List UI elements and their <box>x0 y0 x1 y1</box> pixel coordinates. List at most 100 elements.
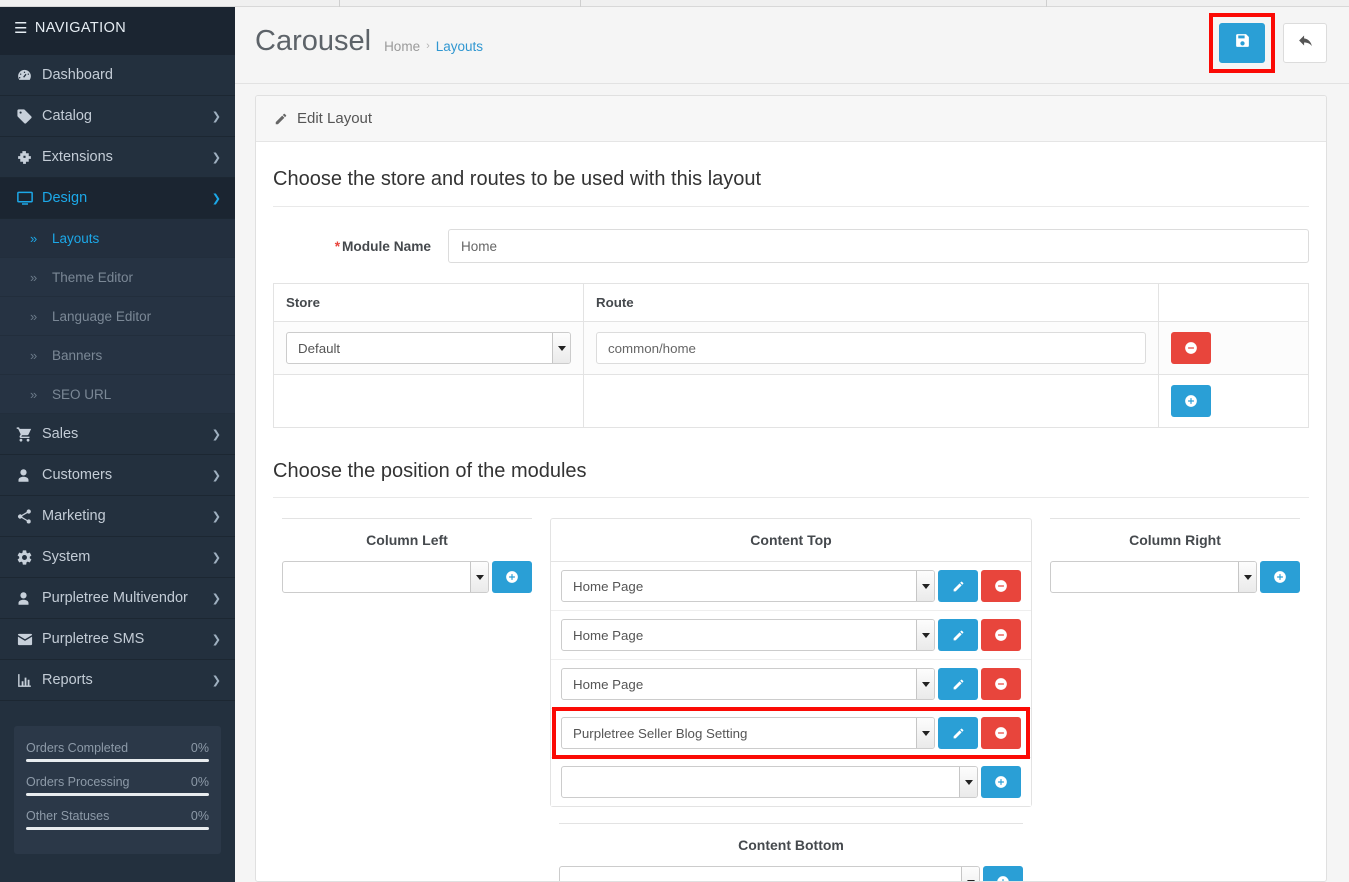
sidebar-item-customers[interactable]: Customers ❯ <box>0 455 235 496</box>
nav-header-label: NAVIGATION <box>34 19 127 36</box>
column-header-route: Route <box>583 283 1159 322</box>
sidebar-item-design[interactable]: Design ❯ <box>0 178 235 219</box>
cell-add-action <box>1158 374 1309 428</box>
double-chevron-icon: » <box>30 386 38 402</box>
breadcrumb-separator-icon: › <box>426 40 430 52</box>
content-top-select[interactable]: Home Page <box>561 619 935 651</box>
nav-header[interactable]: ☰ NAVIGATION <box>0 0 235 55</box>
save-icon <box>1234 32 1251 54</box>
sidebar-item-dashboard[interactable]: Dashboard <box>0 55 235 96</box>
content-top-value: Purpletree Seller Blog Setting <box>573 725 748 741</box>
table-row: Default common/home <box>273 321 1309 375</box>
pencil-icon <box>274 112 288 126</box>
add-content-bottom-module-button[interactable] <box>983 866 1023 881</box>
positions-section-title: Choose the position of the modules <box>273 456 1309 498</box>
remove-module-button[interactable] <box>981 619 1021 651</box>
chevron-right-icon: ❯ <box>211 673 221 687</box>
header-actions <box>1209 11 1327 73</box>
module-name-input[interactable]: Home <box>448 229 1309 263</box>
content-top-select[interactable]: Home Page <box>561 668 935 700</box>
sidebar-item-label: System <box>42 549 91 565</box>
sidebar-item-purpletree-sms[interactable]: Purpletree SMS ❯ <box>0 619 235 660</box>
sidebar-subitem-banners[interactable]: » Banners <box>0 336 235 375</box>
cell-actions <box>1158 321 1309 375</box>
sidebar-item-label: Dashboard <box>42 67 113 83</box>
store-select[interactable]: Default <box>286 332 571 364</box>
sidebar-subitem-label: Banners <box>52 347 103 363</box>
content-bottom-select[interactable] <box>559 866 980 881</box>
chevron-right-icon: ❯ <box>211 550 221 564</box>
content-top-row: Home Page <box>551 611 1031 660</box>
chevron-right-icon: ❯ <box>211 468 221 482</box>
chevron-right-icon: ❯ <box>211 632 221 646</box>
stat-progress-bar <box>26 827 209 830</box>
column-right-section: Column Right <box>1041 518 1309 593</box>
sidebar-item-sales[interactable]: Sales ❯ <box>0 414 235 455</box>
chevron-right-icon: ❯ <box>211 509 221 523</box>
tag-icon <box>16 108 42 125</box>
sidebar: ☰ NAVIGATION Dashboard Catalog ❯ Extensi… <box>0 0 235 882</box>
content-top-row-add <box>551 758 1031 806</box>
edit-module-button[interactable] <box>938 619 978 651</box>
remove-module-button[interactable] <box>981 717 1021 749</box>
save-button[interactable] <box>1219 22 1265 63</box>
sidebar-subitem-seo-url[interactable]: » SEO URL <box>0 375 235 414</box>
panel-header-title: Edit Layout <box>297 110 373 127</box>
stat-value: 0% <box>190 741 209 755</box>
sidebar-item-label: Purpletree Multivendor <box>42 590 188 606</box>
stat-progress-bar <box>26 759 209 762</box>
stat-orders-processing: Orders Processing 0% <box>26 772 209 796</box>
module-name-label-text: Module Name <box>342 238 431 254</box>
remove-module-button[interactable] <box>981 570 1021 602</box>
share-icon <box>16 508 42 525</box>
add-route-button[interactable] <box>1171 385 1211 417</box>
sidebar-item-marketing[interactable]: Marketing ❯ <box>0 496 235 537</box>
bar-chart-icon <box>16 672 42 689</box>
remove-route-button[interactable] <box>1171 332 1211 364</box>
edit-module-button[interactable] <box>938 570 978 602</box>
sidebar-item-purpletree-multivendor[interactable]: Purpletree Multivendor ❯ <box>0 578 235 619</box>
module-name-row: * Module Name Home <box>273 229 1309 263</box>
breadcrumb-home[interactable]: Home <box>384 39 420 54</box>
stat-value: 0% <box>190 775 209 789</box>
module-name-value: Home <box>461 238 498 254</box>
add-column-left-module-button[interactable] <box>492 561 532 593</box>
breadcrumb-layouts[interactable]: Layouts <box>436 39 483 54</box>
add-column-right-module-button[interactable] <box>1260 561 1300 593</box>
positions-grid: Column Left Content Top Home Page Home P… <box>273 518 1309 881</box>
column-header-actions <box>1158 283 1309 322</box>
order-stats-widget: Orders Completed 0% Orders Processing 0%… <box>14 726 221 854</box>
sidebar-subitem-layouts[interactable]: » Layouts <box>0 219 235 258</box>
remove-module-button[interactable] <box>981 668 1021 700</box>
stat-value: 0% <box>190 809 209 823</box>
sidebar-item-label: Extensions <box>42 149 113 165</box>
content-top-value: Home Page <box>573 578 644 594</box>
sidebar-item-reports[interactable]: Reports ❯ <box>0 660 235 701</box>
sidebar-item-system[interactable]: System ❯ <box>0 537 235 578</box>
content-top-add-select[interactable] <box>561 766 978 798</box>
route-input[interactable]: common/home <box>596 332 1146 364</box>
edit-module-button[interactable] <box>938 668 978 700</box>
edit-module-button[interactable] <box>938 717 978 749</box>
content-top-select[interactable]: Home Page <box>561 570 935 602</box>
sidebar-subitem-label: Layouts <box>52 230 100 246</box>
sidebar-subitem-label: Theme Editor <box>52 269 134 285</box>
module-name-label: * Module Name <box>273 239 448 254</box>
sidebar-item-extensions[interactable]: Extensions ❯ <box>0 137 235 178</box>
content-top-select[interactable]: Purpletree Seller Blog Setting <box>561 717 935 749</box>
user-icon <box>16 590 42 607</box>
save-button-highlight <box>1209 12 1275 73</box>
content-top-value: Home Page <box>573 676 644 692</box>
add-content-top-module-button[interactable] <box>981 766 1021 798</box>
sidebar-subitem-theme-editor[interactable]: » Theme Editor <box>0 258 235 297</box>
back-button[interactable] <box>1283 22 1327 63</box>
sidebar-subitem-language-editor[interactable]: » Language Editor <box>0 297 235 336</box>
column-left-select[interactable] <box>282 561 489 593</box>
column-right-select[interactable] <box>1050 561 1257 593</box>
chevron-down-icon <box>916 669 934 699</box>
chevron-right-icon: ❯ <box>211 427 221 441</box>
browser-top-strip <box>0 0 1349 7</box>
puzzle-icon <box>16 149 42 166</box>
sidebar-item-catalog[interactable]: Catalog ❯ <box>0 96 235 137</box>
cell-empty-store <box>273 374 584 428</box>
